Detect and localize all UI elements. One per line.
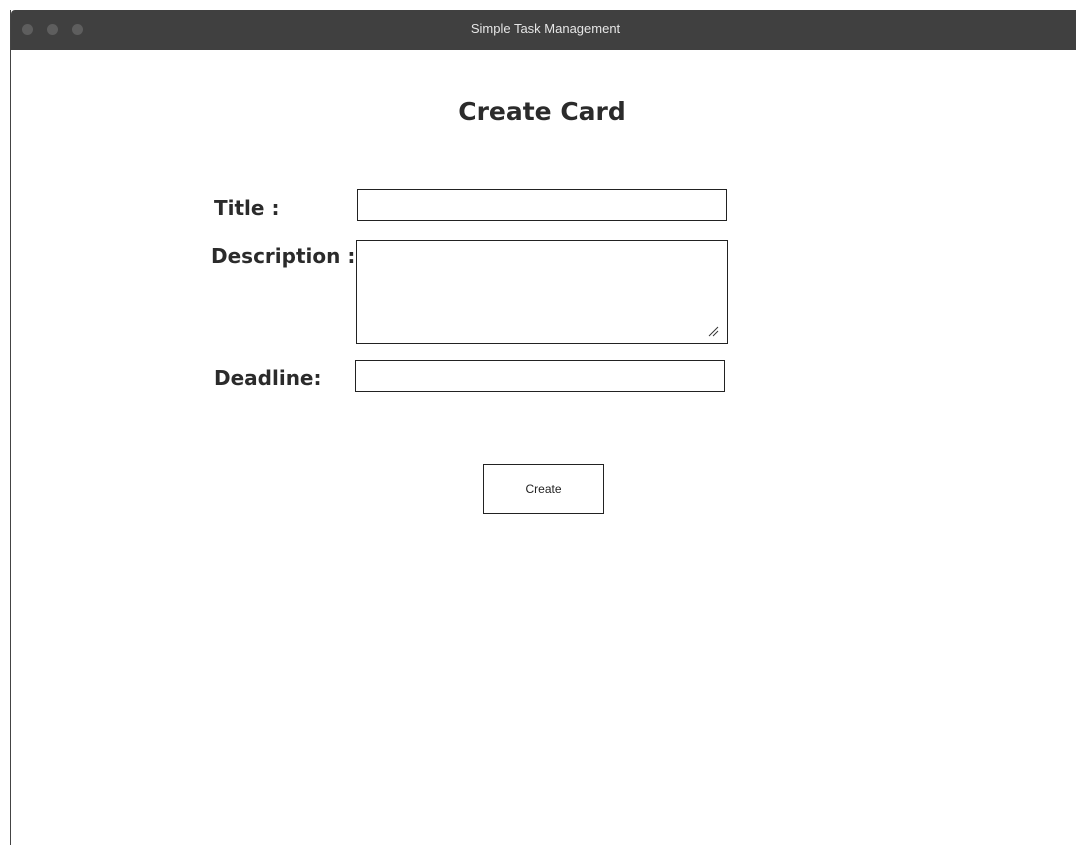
title-label: Title : <box>214 196 280 220</box>
title-input[interactable] <box>357 189 727 221</box>
resize-handle-icon[interactable] <box>708 326 719 337</box>
title-bar: Simple Task Management <box>11 10 1076 50</box>
description-textarea[interactable] <box>356 240 728 344</box>
deadline-label: Deadline: <box>214 366 322 390</box>
window-title: Simple Task Management <box>470 21 621 36</box>
deadline-input[interactable] <box>355 360 725 392</box>
app-window: Simple Task Management Create Card Title… <box>10 10 1076 845</box>
create-button[interactable]: Create <box>483 464 604 514</box>
description-label: Description : <box>211 244 356 268</box>
page-title: Create Card <box>458 97 626 126</box>
